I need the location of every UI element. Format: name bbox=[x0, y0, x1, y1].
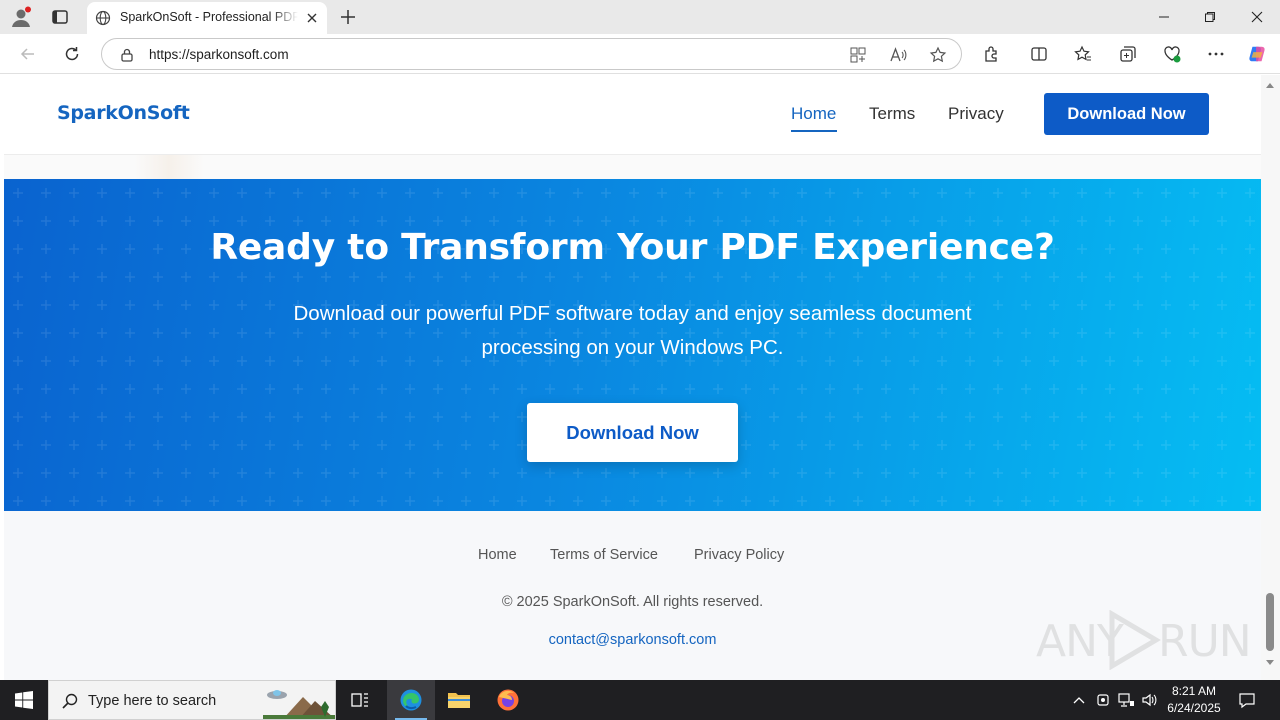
cta-description: Download our powerful PDF software today… bbox=[293, 302, 972, 359]
split-screen-icon[interactable] bbox=[1029, 44, 1049, 64]
profile-icon[interactable] bbox=[10, 6, 32, 28]
copyright-text: © 2025 SparkOnSoft. All rights reserved. bbox=[501, 594, 764, 610]
tray-chevron-up-icon[interactable] bbox=[1070, 691, 1088, 709]
tray-device-icon[interactable] bbox=[1094, 691, 1112, 709]
anyrun-watermark: ANY RUN bbox=[1036, 610, 1252, 670]
new-tab-icon[interactable] bbox=[338, 7, 358, 27]
volume-icon[interactable] bbox=[1141, 691, 1159, 709]
file-explorer-icon[interactable] bbox=[435, 680, 483, 720]
browser-toolbar: https://sparkonsoft.com bbox=[0, 34, 1280, 74]
extensions-icon[interactable] bbox=[981, 44, 1001, 64]
nav-privacy[interactable]: Privacy bbox=[948, 104, 1004, 124]
favorites-icon[interactable] bbox=[1073, 44, 1093, 64]
footer-link-terms[interactable]: Terms of Service bbox=[550, 547, 658, 563]
search-icon bbox=[61, 692, 79, 710]
search-highlight-illustration-icon bbox=[263, 690, 335, 719]
site-header: SparkOnSoft Home Terms Privacy Download … bbox=[4, 75, 1261, 155]
watermark-right-text: RUN bbox=[1158, 616, 1252, 667]
nav-home[interactable]: Home bbox=[791, 104, 836, 124]
favorite-star-icon[interactable] bbox=[928, 45, 948, 65]
restore-icon[interactable] bbox=[1187, 0, 1233, 34]
taskbar-clock[interactable]: 8:21 AM 6/24/2025 bbox=[1160, 683, 1228, 717]
tab-title: SparkOnSoft - Professional PDF Software bbox=[120, 10, 298, 24]
scroll-down-icon[interactable] bbox=[1266, 660, 1274, 665]
task-view-icon[interactable] bbox=[336, 680, 384, 720]
page-scrollbar[interactable] bbox=[1261, 75, 1280, 680]
windows-start-icon[interactable] bbox=[0, 680, 48, 720]
url-text[interactable]: https://sparkonsoft.com bbox=[149, 47, 289, 62]
close-tab-icon[interactable] bbox=[305, 11, 319, 25]
read-aloud-icon[interactable] bbox=[888, 45, 908, 65]
clock-date: 6/24/2025 bbox=[1167, 701, 1221, 715]
browser-tab-bar: SparkOnSoft - Professional PDF Software bbox=[0, 0, 1280, 34]
windows-taskbar: Type here to search 8:21 AM 6/24/2025 bbox=[0, 680, 1280, 720]
network-icon[interactable] bbox=[1117, 691, 1135, 709]
lock-icon[interactable] bbox=[119, 47, 135, 63]
decorative-fade bbox=[134, 155, 204, 179]
play-logo-icon bbox=[1109, 610, 1161, 670]
refresh-icon[interactable] bbox=[62, 44, 82, 64]
edge-icon[interactable] bbox=[387, 680, 435, 720]
taskbar-search-box[interactable]: Type here to search bbox=[48, 680, 336, 720]
scroll-up-icon[interactable] bbox=[1266, 83, 1274, 88]
web-page: SparkOnSoft Home Terms Privacy Download … bbox=[4, 75, 1261, 680]
nav-terms[interactable]: Terms bbox=[869, 104, 915, 124]
firefox-icon[interactable] bbox=[484, 680, 532, 720]
app-available-icon[interactable] bbox=[848, 45, 868, 65]
site-logo[interactable]: SparkOnSoft bbox=[57, 102, 190, 124]
page-viewport: SparkOnSoft Home Terms Privacy Download … bbox=[0, 75, 1280, 680]
back-icon[interactable] bbox=[18, 44, 38, 64]
nav-active-indicator bbox=[791, 130, 837, 132]
collections-icon[interactable] bbox=[1118, 44, 1138, 64]
search-placeholder: Type here to search bbox=[88, 693, 217, 709]
more-menu-icon[interactable] bbox=[1206, 44, 1226, 64]
footer-link-home[interactable]: Home bbox=[478, 547, 517, 563]
close-window-icon[interactable] bbox=[1234, 0, 1280, 34]
address-bar[interactable]: https://sparkonsoft.com bbox=[101, 38, 962, 70]
scroll-thumb[interactable] bbox=[1266, 593, 1274, 651]
copilot-icon[interactable] bbox=[1247, 44, 1267, 64]
tab-actions-icon[interactable] bbox=[50, 7, 70, 27]
globe-icon bbox=[95, 10, 111, 26]
cta-download-button[interactable]: Download Now bbox=[527, 403, 738, 462]
cta-title: Ready to Transform Your PDF Experience? bbox=[210, 227, 1055, 268]
browser-essentials-icon[interactable] bbox=[1162, 44, 1182, 64]
header-download-button[interactable]: Download Now bbox=[1044, 93, 1209, 135]
minimize-icon[interactable] bbox=[1141, 0, 1187, 34]
clock-time: 8:21 AM bbox=[1171, 684, 1217, 698]
browser-tab[interactable]: SparkOnSoft - Professional PDF Software bbox=[87, 2, 327, 34]
footer-link-privacy[interactable]: Privacy Policy bbox=[694, 547, 784, 563]
cta-section: Ready to Transform Your PDF Experience? … bbox=[4, 179, 1261, 511]
notification-center-icon[interactable] bbox=[1238, 691, 1256, 709]
